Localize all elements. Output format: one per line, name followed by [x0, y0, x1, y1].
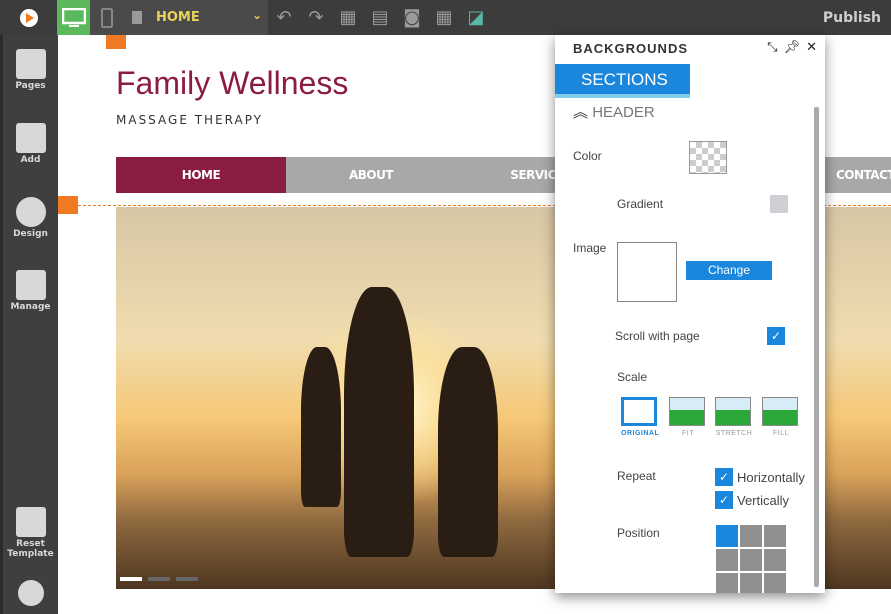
pages-icon	[15, 49, 46, 79]
panel-title: BACKGROUNDS	[573, 41, 688, 56]
slide-indicators	[120, 577, 198, 581]
top-toolbar: HOME ⌄ ↶ ↷ ▦ ▤ ◙ ▦ ◪ Publish	[0, 0, 891, 35]
man-silhouette	[344, 287, 414, 557]
sidebar-item-manage[interactable]: Manage	[3, 270, 58, 312]
scale-fill[interactable]: FILL	[762, 397, 800, 437]
color-label: Color	[573, 149, 602, 163]
scale-caption: FIT	[682, 430, 694, 437]
position-cell[interactable]	[764, 573, 786, 593]
repeat-vertical-checkbox[interactable]: ✓	[715, 491, 733, 509]
desktop-icon	[61, 7, 86, 27]
logo-icon[interactable]	[0, 0, 57, 35]
chevron-up-icon: ︽	[573, 104, 589, 121]
sidebar-item-reset-template[interactable]: Reset Template	[3, 507, 58, 559]
sidebar-item-settings[interactable]	[3, 580, 58, 608]
child-silhouette	[301, 347, 341, 507]
fit-icon[interactable]: ◪	[460, 0, 492, 35]
image-preview[interactable]	[617, 242, 677, 302]
reset-icon	[15, 507, 46, 537]
redo-icon[interactable]: ↷	[300, 0, 332, 35]
settings-icon	[17, 580, 44, 606]
label: Reset Template	[7, 539, 54, 559]
site-title[interactable]: Family Wellness	[116, 65, 348, 102]
position-cell[interactable]	[716, 525, 738, 547]
backgrounds-panel: BACKGROUNDS ⤡ 📌︎ ✕ SECTIONS ︽ HEADER Color…	[555, 35, 825, 593]
scroll-checkbox[interactable]: ✓	[767, 327, 785, 345]
pin-icon[interactable]: 📌︎	[784, 39, 801, 55]
mobile-view-button[interactable]	[90, 0, 124, 35]
position-label: Position	[617, 526, 660, 540]
position-cell[interactable]	[764, 525, 786, 547]
sidebar-item-design[interactable]: Design	[3, 197, 58, 239]
undo-icon[interactable]: ↶	[268, 0, 300, 35]
section-header-toggle[interactable]: ︽ HEADER	[573, 101, 655, 122]
nav-home[interactable]: HOME	[116, 157, 286, 193]
gradient-swatch[interactable]	[770, 195, 788, 213]
scale-stretch[interactable]: STRETCH	[715, 397, 753, 437]
slide-dot[interactable]	[120, 577, 142, 581]
label: Manage	[10, 302, 51, 312]
scale-label: Scale	[617, 370, 648, 384]
scale-caption: FILL	[772, 430, 789, 437]
desktop-view-button[interactable]	[57, 0, 90, 35]
nav-about[interactable]: ABOUT	[286, 157, 456, 193]
label: Add	[20, 155, 41, 165]
scale-caption: ORIGINAL	[621, 430, 660, 437]
label: Pages	[15, 81, 46, 91]
position-cell[interactable]	[740, 573, 762, 593]
add-icon	[15, 123, 46, 153]
repeat-horizontal-checkbox[interactable]: ✓	[715, 468, 733, 486]
nav-contact[interactable]: CONTACT	[836, 157, 891, 193]
position-cell[interactable]	[716, 573, 738, 593]
position-cell[interactable]	[764, 549, 786, 571]
scale-original[interactable]: ORIGINAL	[621, 397, 659, 437]
page-name: HOME	[156, 10, 200, 25]
close-icon[interactable]: ✕	[806, 39, 817, 55]
section-handle[interactable]	[58, 196, 78, 214]
color-picker[interactable]	[689, 141, 727, 174]
repeat-horizontal-label: Horizontally	[737, 470, 805, 485]
page-icon	[132, 11, 142, 24]
sidebar-item-add[interactable]: Add	[3, 123, 58, 165]
slide-dot[interactable]	[176, 577, 198, 581]
grid-icon[interactable]: ▦	[428, 0, 460, 35]
girl-silhouette	[438, 347, 498, 557]
preview-icon[interactable]: ◙	[396, 0, 428, 35]
collapse-icon[interactable]: ⤡	[767, 39, 777, 55]
palette-icon	[15, 197, 46, 227]
scale-fit[interactable]: FIT	[669, 397, 707, 437]
change-image-button[interactable]: Change	[686, 261, 772, 280]
site-subtitle[interactable]: MASSAGE THERAPY	[116, 113, 263, 127]
sidebar: Pages Add Design Manage Reset Template	[0, 35, 58, 614]
paste-icon[interactable]: ▤	[364, 0, 396, 35]
gradient-label: Gradient	[617, 197, 664, 211]
position-cell[interactable]	[740, 549, 762, 571]
tab-sections[interactable]: SECTIONS	[555, 64, 690, 98]
publish-button[interactable]: Publish	[823, 10, 891, 26]
section-handle[interactable]	[106, 35, 126, 49]
scroll-label: Scroll with page	[615, 329, 700, 343]
mobile-icon	[101, 7, 113, 28]
panel-scrollbar[interactable]	[814, 107, 819, 587]
page-selector[interactable]: HOME ⌄	[124, 0, 268, 35]
position-grid	[716, 525, 786, 593]
position-cell[interactable]	[740, 525, 762, 547]
section-name: HEADER	[592, 104, 655, 121]
repeat-vertical-label: Vertically	[737, 493, 790, 508]
position-cell[interactable]	[716, 549, 738, 571]
label: Design	[13, 229, 48, 239]
sidebar-item-pages[interactable]: Pages	[3, 49, 58, 91]
chevron-down-icon: ⌄	[251, 8, 262, 22]
copy-icon[interactable]: ▦	[332, 0, 364, 35]
scale-caption: STRETCH	[715, 430, 753, 437]
image-label: Image	[573, 241, 607, 255]
repeat-label: Repeat	[617, 469, 656, 483]
cabinet-icon	[15, 270, 46, 300]
slide-dot[interactable]	[148, 577, 170, 581]
